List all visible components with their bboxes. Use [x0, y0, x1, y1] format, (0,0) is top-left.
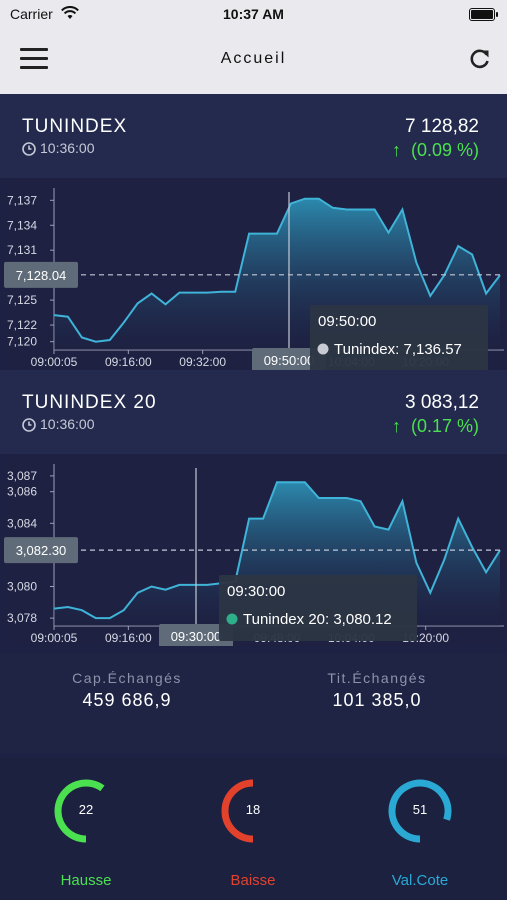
- stat-value: 101 385,0: [332, 690, 422, 710]
- refresh-button[interactable]: [467, 46, 493, 72]
- tooltip-value: Tunindex: 7,136.57: [334, 341, 462, 358]
- y-tick-label: 3,080: [7, 580, 37, 594]
- reference-label: 3,082.30: [16, 543, 67, 558]
- cursor-label: 09:30:00: [171, 629, 222, 644]
- y-tick-label: 7,137: [7, 193, 37, 207]
- x-tick-label: 09:32:00: [179, 355, 226, 369]
- battery-icon: [469, 8, 498, 21]
- y-tick-label: 3,087: [7, 469, 37, 483]
- index-name: TUNINDEX 20: [22, 392, 157, 413]
- x-tick-label: 09:16:00: [105, 631, 152, 645]
- tooltip-dot-icon: [317, 343, 329, 355]
- counter-baisse[interactable]: 18 Baisse: [193, 776, 313, 889]
- status-bar: Carrier 10:37 AM: [0, 0, 507, 28]
- index-time: 10:36:00: [40, 140, 95, 156]
- clock-icon: [22, 418, 36, 432]
- counter-value: 22: [78, 802, 94, 817]
- x-tick-label: 09:16:00: [105, 355, 152, 369]
- market-counters: 22 Hausse 18 Baisse 51 Val.Cote: [0, 758, 507, 900]
- tunindex20-chart-svg: 3,0873,0863,0843,0823,0803,07809:00:0509…: [4, 464, 504, 648]
- index-change-percent: (0.17 %): [410, 416, 479, 436]
- index-time-row: 10:36:00: [22, 140, 95, 156]
- counter-value: 18: [245, 802, 261, 817]
- y-tick-label: 7,131: [7, 243, 37, 257]
- tunindex-chart[interactable]: 7,1377,1347,1317,1287,1257,1227,12009:00…: [4, 178, 507, 372]
- index-change: ↑ (0.17 %): [392, 416, 479, 437]
- refresh-icon: [470, 49, 489, 69]
- tooltip-dot-icon: [226, 613, 238, 625]
- tunindex20-chart[interactable]: 3,0873,0863,0843,0823,0803,07809:00:0509…: [4, 454, 507, 648]
- index-time: 10:36:00: [40, 416, 95, 432]
- clock-icon: [22, 142, 36, 156]
- nav-bar: Accueil: [0, 28, 507, 94]
- cursor-label: 09:50:00: [264, 353, 315, 368]
- x-tick-label: 09:00:05: [31, 355, 78, 369]
- stat-cap-echanges: Cap.Échangés 459 686,9: [2, 670, 252, 711]
- stat-value: 459 686,9: [82, 690, 172, 710]
- index-card-tunindex20[interactable]: TUNINDEX 20 10:36:00 3 083,12 ↑ (0.17 %): [0, 370, 507, 454]
- tunindex-chart-svg: 7,1377,1347,1317,1287,1257,1227,12009:00…: [4, 188, 504, 372]
- counter-hausse[interactable]: 22 Hausse: [26, 776, 146, 889]
- y-tick-label: 7,120: [7, 335, 37, 349]
- x-tick-label: 09:00:05: [31, 631, 78, 645]
- index-card-tunindex[interactable]: TUNINDEX 10:36:00 7 128,82 ↑ (0.09 %): [0, 94, 507, 178]
- stat-label: Tit.Échangés: [327, 670, 427, 686]
- index-name: TUNINDEX: [22, 116, 128, 137]
- arrow-up-icon: ↑: [391, 140, 401, 160]
- y-tick-label: 3,078: [7, 611, 37, 625]
- y-tick-label: 7,122: [7, 318, 37, 332]
- index-change-percent: (0.09 %): [410, 140, 479, 160]
- counter-val-cote[interactable]: 51 Val.Cote: [360, 776, 480, 889]
- tooltip-time: 09:30:00: [227, 583, 285, 600]
- counter-value: 51: [412, 802, 428, 817]
- index-time-row: 10:36:00: [22, 416, 95, 432]
- y-tick-label: 7,125: [7, 293, 37, 307]
- tooltip-value: Tunindex 20: 3,080.12: [243, 611, 392, 628]
- counter-label: Baisse: [230, 872, 276, 889]
- counter-label: Hausse: [60, 872, 112, 889]
- index-value: 3 083,12: [405, 392, 479, 413]
- hausse-ring-icon: 22: [51, 776, 121, 846]
- y-tick-label: 7,134: [7, 218, 37, 232]
- val-cote-ring-icon: 51: [385, 776, 455, 846]
- status-time: 10:37 AM: [223, 6, 284, 22]
- y-tick-label: 3,084: [7, 516, 37, 530]
- index-change: ↑ (0.09 %): [392, 140, 479, 161]
- index-value: 7 128,82: [405, 116, 479, 137]
- reference-label: 7,128.04: [16, 268, 67, 283]
- stat-label: Cap.Échangés: [72, 670, 182, 686]
- market-stats: Cap.Échangés 459 686,9 Tit.Échangés 101 …: [0, 654, 507, 754]
- tooltip-time: 09:50:00: [318, 313, 376, 330]
- y-tick-label: 3,086: [7, 485, 37, 499]
- page-title: Accueil: [220, 50, 287, 67]
- stat-tit-echanges: Tit.Échangés 101 385,0: [252, 670, 502, 711]
- baisse-ring-icon: 18: [218, 776, 288, 846]
- arrow-up-icon: ↑: [391, 416, 401, 436]
- counter-label: Val.Cote: [391, 872, 449, 889]
